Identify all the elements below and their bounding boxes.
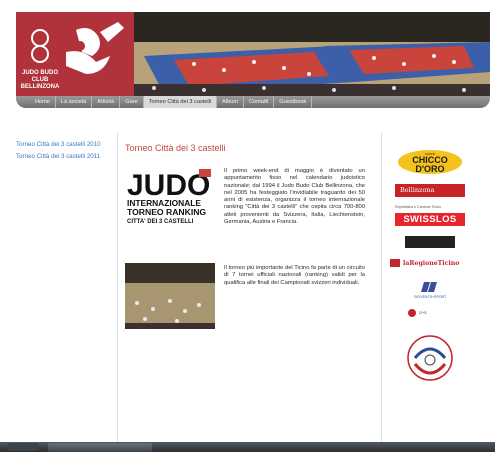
sponsor-gioventu-sport[interactable]: GIOVENTÙ+SPORT [410, 280, 450, 302]
taskbar-browser-button[interactable] [48, 443, 152, 452]
club-name: JUDO BUDO CLUB BELLINZONA [20, 70, 60, 90]
page-title: Torneo Città dei 3 castelli [125, 143, 226, 153]
logo-line-2: TORNEO RANKING [127, 207, 206, 217]
sponsor-repubblica-ticino[interactable]: Repubblica e Cantone Ticino [395, 205, 465, 210]
tournament-photo [125, 263, 215, 329]
tournament-logo-image: JUDO INTERNAZIONALE TORNEO RANKING CITTA… [125, 165, 215, 229]
nav-item[interactable]: Album [217, 96, 245, 108]
main-nav: Home La società Attività Gare Torneo Città d… [16, 96, 490, 108]
nav-item[interactable]: Attività [92, 96, 121, 108]
nav-item[interactable]: La società [56, 96, 93, 108]
sponsor-swisslos[interactable]: SWISSLOS [395, 212, 465, 226]
start-button[interactable] [8, 443, 38, 451]
main-content: Torneo Città dei 3 castelli JUDO INTERNA… [125, 143, 375, 329]
tournament-hall-photo [134, 12, 490, 96]
os-taskbar [0, 442, 495, 452]
sponsor-circle-logo[interactable] [401, 324, 459, 392]
nav-item[interactable]: Home [30, 96, 56, 108]
sponsor-small-logo[interactable]: G+S [408, 308, 452, 318]
right-divider [381, 132, 382, 442]
sponsor-laregione[interactable]: laRegioneTicino [390, 258, 472, 270]
circuit-paragraph: Il torneo più importante del Ticino fa p… [224, 265, 365, 286]
nav-item[interactable]: Torneo Città dei 3 castelli [143, 96, 218, 108]
nav-item[interactable]: Gare [120, 96, 144, 108]
sidebar: Torneo Città dei 3 castelli 2010 Torneo … [16, 141, 112, 164]
left-divider [117, 132, 118, 442]
page: JUDO BUDO CLUB BELLINZONA Home La societ… [0, 0, 495, 452]
site-header: JUDO BUDO CLUB BELLINZONA [16, 12, 490, 96]
intro-paragraph: Il primo week-end di maggio è diventato … [224, 168, 365, 226]
nav-item[interactable]: Contatti [244, 96, 275, 108]
sponsor-dark-logo[interactable] [405, 235, 455, 248]
sponsor-bellinzona[interactable]: Bellinzona [395, 184, 465, 197]
sponsor-chicco-doro[interactable]: CAFFÈ CHICCO D'ORO [398, 150, 462, 174]
sidebar-link-2010[interactable]: Torneo Città dei 3 castelli 2010 [16, 141, 112, 149]
sidebar-link-2011[interactable]: Torneo Città dei 3 castelli 2011 [16, 153, 112, 161]
header-photo-banner [134, 12, 490, 96]
logo-line-3: CITTA' DEI 3 CASTELLI [127, 219, 194, 225]
nav-item[interactable]: Guestbook [274, 96, 313, 108]
club-logo[interactable]: JUDO BUDO CLUB BELLINZONA [16, 12, 134, 96]
sponsor-column: CAFFÈ CHICCO D'ORO Bellinzona Repubblica… [390, 150, 470, 392]
